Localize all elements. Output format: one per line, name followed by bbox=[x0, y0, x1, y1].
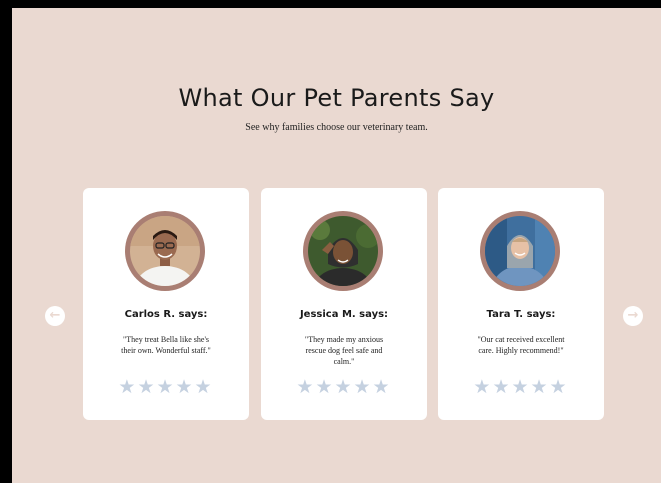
arrow-right-icon: → bbox=[627, 308, 639, 323]
arrow-left-icon: ← bbox=[49, 308, 61, 323]
avatar bbox=[480, 211, 560, 291]
testimonial-quote: "They treat Bella like she's their own. … bbox=[121, 335, 211, 355]
testimonials-section: What Our Pet Parents Say See why familie… bbox=[12, 8, 661, 483]
star-rating: ★★★★★ bbox=[296, 377, 392, 398]
avatar-photo bbox=[485, 216, 555, 286]
testimonial-card: Tara T. says: "Our cat received excellen… bbox=[438, 188, 604, 420]
testimonial-card: Carlos R. says: "They treat Bella like s… bbox=[83, 188, 249, 420]
reviewer-name: Carlos R. says: bbox=[124, 309, 208, 320]
testimonial-card: Jessica M. says: "They made my anxious r… bbox=[261, 188, 427, 420]
avatar bbox=[125, 211, 205, 291]
testimonial-quote: "Our cat received excellent care. Highly… bbox=[477, 335, 565, 355]
star-rating: ★★★★★ bbox=[473, 377, 569, 398]
section-subtitle: See why families choose our veterinary t… bbox=[245, 122, 428, 133]
star-rating: ★★★★★ bbox=[118, 377, 214, 398]
testimonial-quote: "They made my anxious rescue dog feel sa… bbox=[304, 335, 384, 366]
carousel-next-button[interactable]: → bbox=[623, 306, 643, 326]
avatar-photo bbox=[308, 216, 378, 286]
reviewer-name: Tara T. says: bbox=[486, 309, 556, 320]
avatar-photo bbox=[130, 216, 200, 286]
section-title: What Our Pet Parents Say bbox=[178, 84, 495, 112]
avatar bbox=[303, 211, 383, 291]
carousel-prev-button[interactable]: ← bbox=[45, 306, 65, 326]
reviewer-name: Jessica M. says: bbox=[299, 309, 389, 320]
